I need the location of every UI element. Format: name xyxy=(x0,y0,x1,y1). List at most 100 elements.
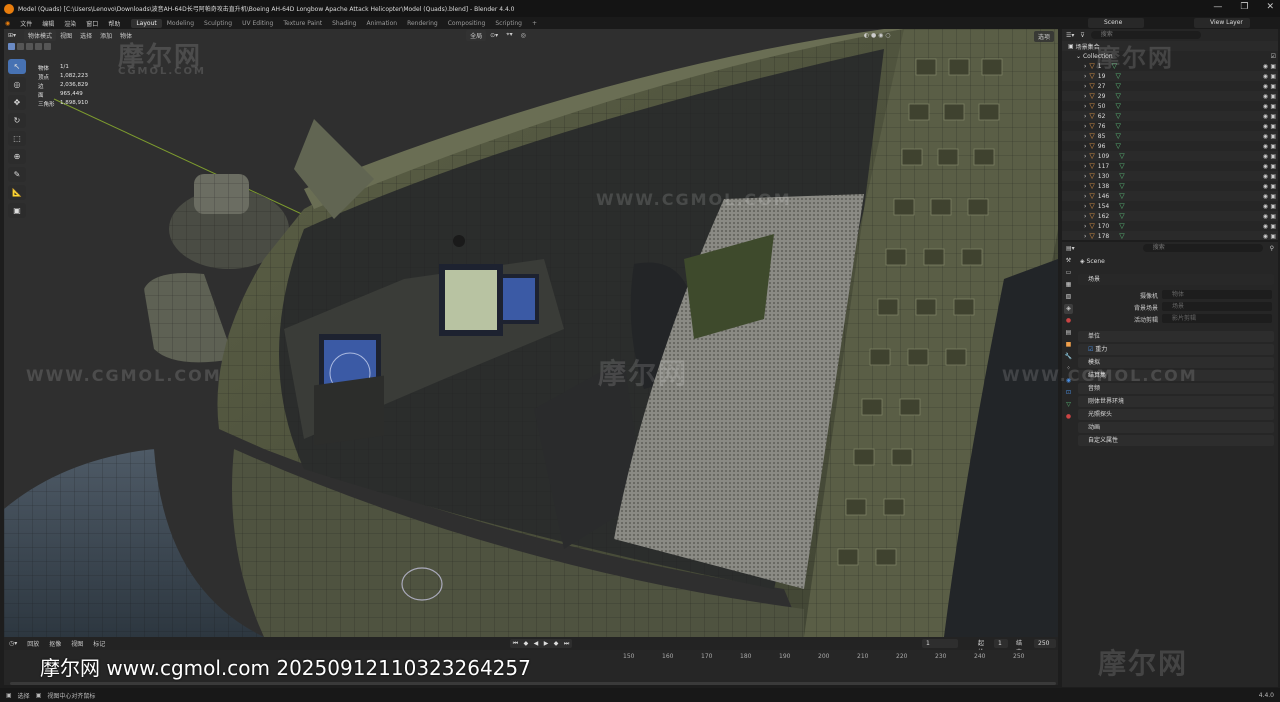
menu-file[interactable]: 文件 xyxy=(15,19,37,28)
camera-field[interactable]: 物体 xyxy=(1162,290,1272,299)
outliner-object-row[interactable]: › ▽ 27 ▽ ◉ ▣ xyxy=(1062,81,1278,91)
shading-icons[interactable]: ◐ ● ◉ ○ xyxy=(860,32,895,39)
section-light-probes[interactable]: 光照探头 xyxy=(1078,409,1274,420)
camera-icon[interactable]: ▣ xyxy=(1270,213,1276,220)
section-gravity[interactable]: ☑ 重力 xyxy=(1078,344,1274,355)
eye-icon[interactable]: ◉ xyxy=(1263,113,1268,120)
properties-panel[interactable]: ▤▾ 搜索 ⚲ ⚒ ▭ ▦ ▧ ◈ ● ▤ ■ 🔧 ⁘ ◉ ⊡ ▽ ● ◈ Sc… xyxy=(1062,242,1278,687)
expand-icon[interactable]: › xyxy=(1084,123,1086,130)
camera-icon[interactable]: ▣ xyxy=(1270,103,1276,110)
eye-icon[interactable]: ◉ xyxy=(1263,233,1268,240)
add-workspace-button[interactable]: + xyxy=(527,19,542,28)
outliner-object-row[interactable]: › ▽ 76 ▽ ◉ ▣ xyxy=(1062,121,1278,131)
pin-icon[interactable]: ⚲ xyxy=(1270,245,1274,252)
tab-layout[interactable]: Layout xyxy=(131,18,162,28)
camera-icon[interactable]: ▣ xyxy=(1270,63,1276,70)
scene-selector[interactable]: Scene xyxy=(1088,18,1144,28)
menu-timeline-view[interactable]: 视图 xyxy=(66,639,88,648)
expand-icon[interactable]: › xyxy=(1084,173,1086,180)
eye-icon[interactable]: ◉ xyxy=(1263,143,1268,150)
tab-uv-editing[interactable]: UV Editing xyxy=(237,19,278,28)
outliner-object-row[interactable]: › ▽ 50 ▽ ◉ ▣ xyxy=(1062,101,1278,111)
outliner-object-row[interactable]: › ▽ 109 ▽ ◉ ▣ xyxy=(1062,151,1278,161)
transform-tool-icon[interactable]: ⊕ xyxy=(8,149,26,164)
eye-icon[interactable]: ◉ xyxy=(1263,223,1268,230)
expand-icon[interactable]: › xyxy=(1084,193,1086,200)
measure-tool-icon[interactable]: 📐 xyxy=(8,185,26,200)
output-tab-icon[interactable]: ▦ xyxy=(1064,280,1073,290)
prev-key-icon[interactable]: ◆ xyxy=(524,640,529,647)
properties-search-input[interactable]: 搜索 xyxy=(1142,244,1263,252)
section-animation[interactable]: 动画 xyxy=(1078,422,1274,433)
section-scene[interactable]: 场景 xyxy=(1078,274,1274,285)
select-subtract-icon[interactable] xyxy=(26,43,33,50)
eye-icon[interactable]: ◉ xyxy=(1263,63,1268,70)
tab-texture-paint[interactable]: Texture Paint xyxy=(278,19,327,28)
eye-icon[interactable]: ◉ xyxy=(1263,83,1268,90)
expand-icon[interactable]: ⌄ xyxy=(1076,53,1081,60)
camera-icon[interactable]: ▣ xyxy=(1270,203,1276,210)
camera-icon[interactable]: ▣ xyxy=(1270,173,1276,180)
eye-icon[interactable]: ◉ xyxy=(1263,213,1268,220)
timeline-editor-icon[interactable]: ◷▾ xyxy=(4,640,22,647)
camera-icon[interactable]: ▣ xyxy=(1270,123,1276,130)
expand-icon[interactable]: › xyxy=(1084,203,1086,210)
start-frame-field[interactable]: 1 xyxy=(994,639,1008,648)
minimize-button[interactable]: — xyxy=(1213,2,1222,12)
tab-compositing[interactable]: Compositing xyxy=(443,19,491,28)
expand-icon[interactable]: › xyxy=(1084,93,1086,100)
eye-icon[interactable]: ◉ xyxy=(1263,173,1268,180)
options-dropdown[interactable]: 选项 xyxy=(1033,31,1054,42)
cursor-tool-icon[interactable]: ◎ xyxy=(8,77,26,92)
expand-icon[interactable]: › xyxy=(1084,83,1086,90)
select-box-tool-icon[interactable]: ↖ xyxy=(8,59,26,74)
menu-playback[interactable]: 回放 xyxy=(22,639,44,648)
select-new-icon[interactable] xyxy=(8,43,15,50)
view-layer-selector[interactable]: View Layer xyxy=(1194,18,1250,28)
expand-icon[interactable]: › xyxy=(1084,223,1086,230)
jump-end-icon[interactable]: ⏭ xyxy=(564,640,569,648)
eye-icon[interactable]: ◉ xyxy=(1263,203,1268,210)
menu-view[interactable]: 视图 xyxy=(56,31,76,40)
blender-menu-icon[interactable]: ◉ xyxy=(0,20,15,27)
select-extend-icon[interactable] xyxy=(17,43,24,50)
current-frame-field[interactable]: 1 xyxy=(922,639,958,648)
outliner-object-row[interactable]: › ▽ 85 ▽ ◉ ▣ xyxy=(1062,131,1278,141)
maximize-button[interactable]: ❐ xyxy=(1240,2,1248,12)
expand-icon[interactable]: › xyxy=(1084,143,1086,150)
expand-icon[interactable]: › xyxy=(1084,73,1086,80)
expand-icon[interactable]: › xyxy=(1084,233,1086,240)
material-tab-icon[interactable]: ● xyxy=(1064,412,1073,422)
rotate-tool-icon[interactable]: ↻ xyxy=(8,113,26,128)
proportional-edit-icon[interactable]: ◎ xyxy=(517,32,530,39)
camera-icon[interactable]: ▣ xyxy=(1270,233,1276,240)
modifier-tab-icon[interactable]: 🔧 xyxy=(1064,352,1073,362)
properties-editor-icon[interactable]: ▤▾ xyxy=(1066,245,1075,252)
menu-help[interactable]: 帮助 xyxy=(103,19,125,28)
tab-animation[interactable]: Animation xyxy=(361,19,402,28)
camera-icon[interactable]: ▣ xyxy=(1270,193,1276,200)
camera-icon[interactable]: ▣ xyxy=(1270,83,1276,90)
camera-icon[interactable]: ▣ xyxy=(1270,163,1276,170)
camera-icon[interactable]: ▣ xyxy=(1270,153,1276,160)
object-tab-icon[interactable]: ■ xyxy=(1064,340,1073,350)
eye-icon[interactable]: ◉ xyxy=(1263,73,1268,80)
eye-icon[interactable]: ◉ xyxy=(1263,183,1268,190)
view-layer-tab-icon[interactable]: ▧ xyxy=(1064,292,1073,302)
editor-type-icon[interactable]: ⊞▾ xyxy=(4,32,20,39)
tab-rendering[interactable]: Rendering xyxy=(402,19,443,28)
play-icon[interactable]: ▶ xyxy=(544,640,549,647)
close-button[interactable]: ✕ xyxy=(1266,2,1274,12)
expand-icon[interactable]: › xyxy=(1084,113,1086,120)
play-reverse-icon[interactable]: ◀ xyxy=(534,640,539,647)
eye-icon[interactable]: ◉ xyxy=(1263,163,1268,170)
section-units[interactable]: 单位 xyxy=(1078,331,1274,342)
expand-icon[interactable]: › xyxy=(1084,183,1086,190)
world-tab-icon[interactable]: ● xyxy=(1064,316,1073,326)
tool-tab-icon[interactable]: ⚒ xyxy=(1064,256,1073,266)
eye-icon[interactable]: ◉ xyxy=(1263,153,1268,160)
next-key-icon[interactable]: ◆ xyxy=(554,640,559,647)
active-clip-field[interactable]: 影片剪辑 xyxy=(1162,314,1272,323)
tab-shading[interactable]: Shading xyxy=(327,19,361,28)
eye-icon[interactable]: ◉ xyxy=(1263,103,1268,110)
